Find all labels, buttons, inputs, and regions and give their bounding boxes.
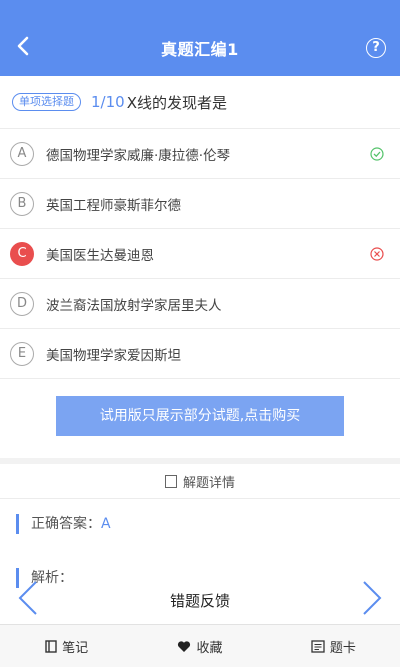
option-list: A 德国物理学家威廉·康拉德·伦琴 B 英国工程师豪斯菲尔德 C 美国医生达曼迪… xyxy=(0,128,400,379)
option-text: 德国物理学家威廉·康拉德·伦琴 xyxy=(46,147,231,164)
answer-card-tab[interactable]: 题卡 xyxy=(267,625,400,667)
option-text: 波兰裔法国放射学家居里夫人 xyxy=(46,297,222,314)
document-icon xyxy=(164,474,177,488)
correct-check-icon xyxy=(370,147,384,161)
detail-header: 解题详情 xyxy=(0,464,400,499)
option-letter: A xyxy=(10,141,34,166)
card-icon xyxy=(311,639,325,653)
option-letter: B xyxy=(10,191,34,216)
bottom-toolbar: 笔记 收藏 题卡 xyxy=(0,624,400,667)
heart-icon xyxy=(178,640,191,652)
favorite-label: 收藏 xyxy=(196,640,223,656)
option-text: 美国物理学家爱因斯坦 xyxy=(46,347,181,364)
favorite-tab[interactable]: 收藏 xyxy=(133,625,266,667)
answer-label: 正确答案： xyxy=(31,516,101,532)
option-e[interactable]: E 美国物理学家爱因斯坦 xyxy=(0,328,400,379)
question-type-badge: 单项选择题 xyxy=(12,93,81,111)
detail-title: 解题详情 xyxy=(182,475,235,491)
notes-label: 笔记 xyxy=(62,640,89,656)
question-text: X线的发现者是 xyxy=(126,93,227,112)
error-feedback-button[interactable]: 错题反馈 xyxy=(0,590,400,611)
option-a[interactable]: A 德国物理学家威廉·康拉德·伦琴 xyxy=(0,128,400,178)
option-letter: C xyxy=(10,241,34,266)
wrong-x-icon xyxy=(370,247,384,261)
option-letter: D xyxy=(10,291,34,316)
option-d[interactable]: D 波兰裔法国放射学家居里夫人 xyxy=(0,278,400,328)
option-letter: E xyxy=(10,341,34,366)
header-bar: 真题汇编1 ? xyxy=(0,0,400,76)
help-icon[interactable]: ? xyxy=(366,38,386,58)
purchase-button[interactable]: 试用版只展示部分试题,点击购买 xyxy=(56,396,344,436)
option-c[interactable]: C 美国医生达曼迪恩 xyxy=(0,228,400,278)
correct-answer: 正确答案：A xyxy=(16,514,111,534)
next-question-icon[interactable] xyxy=(358,578,386,618)
notes-tab[interactable]: 笔记 xyxy=(0,625,133,667)
question-number: 1/10 xyxy=(91,93,125,111)
answer-value: A xyxy=(101,516,111,532)
card-label: 题卡 xyxy=(329,640,356,656)
page-title: 真题汇编1 xyxy=(161,40,239,59)
question-row: 单项选择题 1/10 X线的发现者是 xyxy=(0,76,400,128)
option-b[interactable]: B 英国工程师豪斯菲尔德 xyxy=(0,178,400,228)
option-text: 美国医生达曼迪恩 xyxy=(46,247,154,264)
notebook-icon xyxy=(45,639,57,653)
option-text: 英国工程师豪斯菲尔德 xyxy=(46,197,181,214)
